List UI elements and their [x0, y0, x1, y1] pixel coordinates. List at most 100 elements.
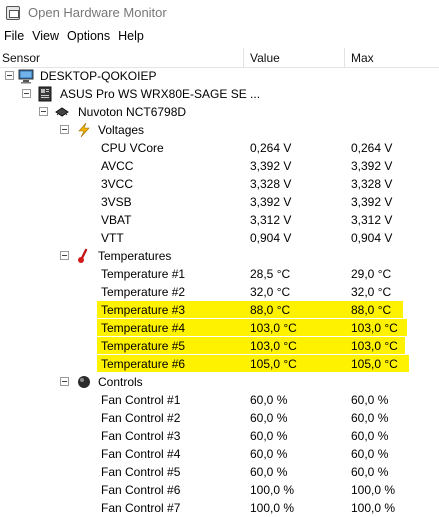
sensor-row[interactable]: AVCC 3,392 V 3,392 V [0, 157, 439, 175]
sensor-name: VTT [101, 231, 124, 245]
sensor-name: Fan Control #7 [101, 501, 181, 515]
sensor-row[interactable]: Fan Control #6 100,0 % 100,0 % [0, 481, 439, 499]
tree-node-controls[interactable]: Controls [0, 373, 439, 391]
sensor-row[interactable]: VTT 0,904 V 0,904 V [0, 229, 439, 247]
mainboard-name: ASUS Pro WS WRX80E-SAGE SE ... [60, 87, 261, 101]
sensor-value: 88,0 °C [250, 303, 291, 317]
chip-icon [54, 104, 70, 120]
tree-node-computer[interactable]: DESKTOP-QOKOIEP [0, 67, 439, 85]
sensor-row-highlighted[interactable]: Temperature #6 105,0 °C 105,0 °C [0, 355, 439, 373]
sensor-max: 3,312 V [351, 213, 393, 227]
sensor-max: 60,0 % [351, 429, 389, 443]
sensor-row-highlighted[interactable]: Temperature #4 103,0 °C 103,0 °C [0, 319, 439, 337]
sensor-row-highlighted[interactable]: Temperature #3 88,0 °C 88,0 °C [0, 301, 439, 319]
mainboard-icon [37, 86, 53, 102]
menu-options[interactable]: Options [66, 29, 117, 43]
sensor-value: 32,0 °C [250, 285, 291, 299]
sensor-value: 3,328 V [250, 177, 292, 191]
sensor-value: 0,904 V [250, 231, 292, 245]
collapse-toggle[interactable] [39, 107, 48, 116]
menu-bar: File View Options Help [0, 25, 439, 47]
sensor-name: VBAT [101, 213, 132, 227]
sensor-max: 0,264 V [351, 141, 393, 155]
column-separator[interactable] [344, 48, 345, 68]
sensor-name: CPU VCore [101, 141, 164, 155]
sensor-name: Temperature #1 [101, 267, 186, 281]
sensor-name: AVCC [101, 159, 134, 173]
sensor-max: 100,0 % [351, 483, 396, 497]
sensor-max: 3,328 V [351, 177, 393, 191]
chip-name: Nuvoton NCT6798D [78, 105, 187, 119]
sensor-row-highlighted[interactable]: Temperature #5 103,0 °C 103,0 °C [0, 337, 439, 355]
sensor-row[interactable]: CPU VCore 0,264 V 0,264 V [0, 139, 439, 157]
sensor-max: 105,0 °C [351, 357, 398, 371]
sensor-value: 103,0 °C [250, 321, 297, 335]
collapse-toggle[interactable] [5, 71, 14, 80]
sensor-value: 105,0 °C [250, 357, 297, 371]
group-label: Controls [98, 375, 143, 389]
collapse-toggle[interactable] [60, 125, 69, 134]
sensor-row[interactable]: Fan Control #1 60,0 % 60,0 % [0, 391, 439, 409]
sensor-row[interactable]: 3VSB 3,392 V 3,392 V [0, 193, 439, 211]
sensor-name: 3VSB [101, 195, 132, 209]
sensor-max: 103,0 °C [351, 339, 398, 353]
sensor-max: 103,0 °C [351, 321, 398, 335]
sensor-max: 100,0 % [351, 501, 396, 515]
computer-name: DESKTOP-QOKOIEP [40, 69, 157, 83]
sensor-name: Fan Control #2 [101, 411, 181, 425]
menu-file[interactable]: File [3, 29, 31, 43]
sensor-value: 60,0 % [250, 429, 288, 443]
sensor-row[interactable]: Temperature #2 32,0 °C 32,0 °C [0, 283, 439, 301]
app-icon [6, 5, 20, 20]
sensor-value: 60,0 % [250, 465, 288, 479]
lightning-icon [76, 122, 92, 138]
sensor-max: 32,0 °C [351, 285, 392, 299]
sensor-row[interactable]: 3VCC 3,328 V 3,328 V [0, 175, 439, 193]
tree-node-temperatures[interactable]: Temperatures [0, 247, 439, 265]
sensor-row[interactable]: Fan Control #3 60,0 % 60,0 % [0, 427, 439, 445]
sensor-row[interactable]: Fan Control #7 100,0 % 100,0 % [0, 499, 439, 517]
menu-view[interactable]: View [31, 29, 66, 43]
collapse-toggle[interactable] [60, 251, 69, 260]
sensor-name: Temperature #5 [101, 339, 186, 353]
sensor-max: 0,904 V [351, 231, 393, 245]
sensor-value: 60,0 % [250, 447, 288, 461]
sensor-name: Fan Control #6 [101, 483, 181, 497]
thermometer-icon [76, 248, 92, 264]
sensor-name: Fan Control #4 [101, 447, 181, 461]
column-sensor[interactable]: Sensor [2, 48, 40, 68]
sensor-row[interactable]: Temperature #1 28,5 °C 29,0 °C [0, 265, 439, 283]
sensor-row[interactable]: Fan Control #4 60,0 % 60,0 % [0, 445, 439, 463]
sensor-value: 60,0 % [250, 411, 288, 425]
tree-node-chip[interactable]: Nuvoton NCT6798D [0, 103, 439, 121]
control-knob-icon [76, 374, 92, 390]
sensor-value: 100,0 % [250, 501, 295, 515]
sensor-name: 3VCC [101, 177, 134, 191]
sensor-name: Fan Control #3 [101, 429, 181, 443]
sensor-value: 3,392 V [250, 159, 292, 173]
sensor-row[interactable]: Fan Control #5 60,0 % 60,0 % [0, 463, 439, 481]
sensor-value: 60,0 % [250, 393, 288, 407]
sensor-value: 100,0 % [250, 483, 295, 497]
sensor-name: Temperature #4 [101, 321, 186, 335]
column-max[interactable]: Max [351, 48, 374, 68]
collapse-toggle[interactable] [22, 89, 31, 98]
sensor-name: Fan Control #1 [101, 393, 181, 407]
tree-node-mainboard[interactable]: ASUS Pro WS WRX80E-SAGE SE ... [0, 85, 439, 103]
collapse-toggle[interactable] [60, 377, 69, 386]
title-bar: Open Hardware Monitor [0, 0, 439, 25]
sensor-value: 0,264 V [250, 141, 292, 155]
tree-node-voltages[interactable]: Voltages [0, 121, 439, 139]
sensor-value: 103,0 °C [250, 339, 297, 353]
sensor-row[interactable]: Fan Control #2 60,0 % 60,0 % [0, 409, 439, 427]
menu-help[interactable]: Help [117, 29, 151, 43]
sensor-name: Fan Control #5 [101, 465, 181, 479]
column-header: Sensor Value Max [0, 48, 439, 68]
column-value[interactable]: Value [250, 48, 280, 68]
sensor-row[interactable]: VBAT 3,312 V 3,312 V [0, 211, 439, 229]
sensor-max: 60,0 % [351, 447, 389, 461]
group-label: Voltages [98, 123, 145, 137]
column-separator[interactable] [243, 48, 244, 68]
window-title: Open Hardware Monitor [28, 5, 167, 20]
sensor-name: Temperature #3 [101, 303, 186, 317]
